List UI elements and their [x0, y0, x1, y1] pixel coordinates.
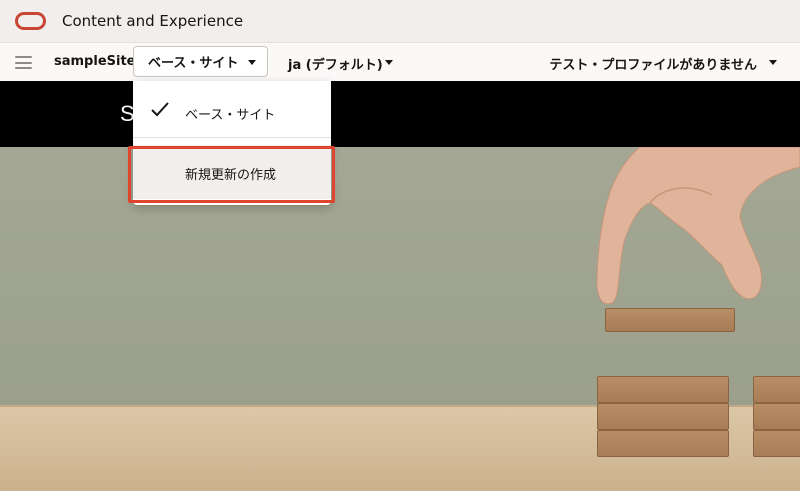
- app-title: Content and Experience: [62, 12, 244, 30]
- wood-block: [753, 376, 800, 403]
- hero-image: [0, 147, 800, 491]
- menu-item-base-site[interactable]: ベース・サイト: [133, 89, 331, 135]
- oracle-logo-icon: [15, 12, 46, 30]
- app-header: Content and Experience: [0, 0, 800, 42]
- menu-item-create-update[interactable]: 新規更新の作成: [133, 145, 331, 199]
- menu-divider: [133, 137, 331, 138]
- site-banner: S: [0, 81, 800, 147]
- site-update-menu: ベース・サイト 新規更新の作成: [133, 81, 331, 205]
- wood-block: [753, 430, 800, 457]
- caret-down-icon[interactable]: [385, 60, 393, 65]
- wood-block: [753, 403, 800, 430]
- menu-item-label: ベース・サイト: [185, 108, 276, 123]
- language-dropdown-button[interactable]: ja (デフォルト): [288, 54, 383, 73]
- hamburger-line: [15, 61, 32, 64]
- menu-item-label: 新規更新の作成: [185, 168, 277, 183]
- test-profile-dropdown-button[interactable]: テスト・プロファイルがありません: [549, 54, 757, 73]
- checkmark-icon: [151, 102, 169, 117]
- hamburger-menu-icon[interactable]: [15, 56, 32, 69]
- site-toolbar: sampleSite ベース・サイト ja (デフォルト) テスト・プロファイル…: [0, 42, 800, 81]
- hamburger-line: [15, 56, 32, 58]
- wood-block: [597, 403, 729, 430]
- wood-block: [597, 430, 729, 457]
- caret-down-icon: [248, 60, 256, 65]
- wood-block: [605, 308, 735, 332]
- hamburger-line: [15, 67, 32, 69]
- caret-down-icon[interactable]: [769, 60, 777, 65]
- site-name: sampleSite: [54, 54, 136, 69]
- wood-block: [597, 376, 729, 403]
- site-update-dropdown-button[interactable]: ベース・サイト: [133, 46, 268, 77]
- site-update-dropdown-label: ベース・サイト: [148, 56, 239, 71]
